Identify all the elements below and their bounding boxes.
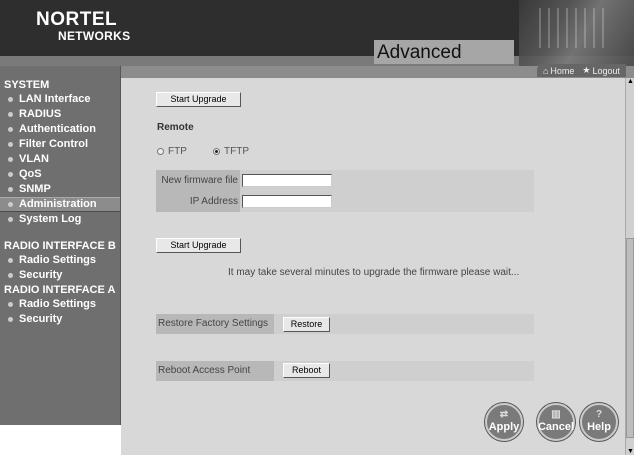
remote-label: Remote — [157, 122, 194, 133]
sidebar-item-filter-control[interactable]: Filter Control — [0, 137, 120, 152]
ftp-label: FTP — [168, 146, 187, 157]
vertical-scrollbar[interactable]: ▲ ▼ — [625, 78, 634, 455]
logout-label: Logout — [592, 65, 620, 76]
home-link[interactable]: ⌂ Home — [543, 66, 574, 76]
sidebar-item-label: QoS — [19, 168, 42, 180]
sidebar-item-administration[interactable]: Administration — [0, 197, 120, 212]
scroll-up-icon[interactable]: ▲ — [627, 78, 634, 85]
restore-label: Restore Factory Settings — [156, 314, 274, 334]
sidebar-item-radio-b-security[interactable]: Security — [0, 268, 120, 283]
sidebar-item-radio-a-security[interactable]: Security — [0, 312, 120, 327]
apply-icon: ⇄ — [499, 409, 509, 420]
home-icon: ⌂ — [542, 65, 549, 76]
sidebar-item-system-log[interactable]: System Log — [0, 212, 120, 227]
tftp-radio[interactable]: TFTP — [213, 146, 249, 157]
sidebar-group-radio-b: RADIO INTERFACE B — [4, 240, 116, 252]
sidebar-item-radio-a-settings[interactable]: Radio Settings — [0, 297, 120, 312]
bullet-icon — [8, 187, 13, 192]
sidebar-item-lan-interface[interactable]: LAN Interface — [0, 92, 120, 107]
ftp-radio[interactable]: FTP — [157, 146, 187, 157]
new-firmware-input[interactable] — [242, 174, 332, 187]
radio-off-icon — [157, 148, 164, 155]
logout-icon: ★ — [582, 65, 591, 75]
header: NORTEL NETWORKS Advanced Setup — [0, 0, 634, 66]
bullet-icon — [8, 273, 13, 278]
reboot-row: Reboot Access Point — [156, 361, 534, 381]
home-label: Home — [550, 65, 575, 76]
logo-line2: NETWORKS — [58, 29, 131, 43]
sidebar-item-label: Radio Settings — [19, 254, 97, 266]
new-firmware-label: New firmware file — [161, 175, 238, 186]
sidebar-footer — [0, 425, 121, 455]
bullet-icon — [8, 302, 13, 307]
logout-link[interactable]: ★ Logout — [582, 65, 620, 76]
sidebar-item-label: LAN Interface — [19, 93, 91, 105]
ip-address-label: IP Address — [189, 196, 238, 207]
upgrade-wait-note: It may take several minutes to upgrade t… — [228, 267, 520, 278]
sidebar-item-snmp[interactable]: SNMP — [0, 182, 120, 197]
page-title: Advanced Setup — [374, 40, 514, 66]
sidebar-item-label: VLAN — [19, 153, 49, 165]
restore-button[interactable]: Restore — [283, 317, 330, 332]
help-icon: ? — [595, 409, 603, 420]
cancel-label: Cancel — [537, 421, 575, 433]
sidebar: SYSTEM LAN Interface RADIUS Authenticati… — [0, 66, 121, 425]
bullet-icon — [8, 142, 13, 147]
sidebar-item-label: Administration — [19, 198, 97, 210]
nortel-logo: NORTEL NETWORKS — [36, 10, 130, 42]
reboot-button[interactable]: Reboot — [283, 363, 330, 378]
scroll-down-icon[interactable]: ▼ — [627, 448, 634, 455]
header-decoration — [519, 0, 634, 66]
bullet-icon — [8, 317, 13, 322]
reboot-label: Reboot Access Point — [156, 361, 274, 381]
cancel-icon: ▥ — [551, 409, 561, 420]
scroll-thumb[interactable] — [626, 238, 634, 438]
sidebar-item-label: Security — [19, 269, 63, 281]
sidebar-item-label: Security — [19, 313, 63, 325]
bullet-icon — [8, 217, 13, 222]
bullet-icon — [8, 97, 13, 102]
start-upgrade-button[interactable]: Start Upgrade — [156, 92, 241, 107]
sidebar-item-vlan[interactable]: VLAN — [0, 152, 120, 167]
radio-on-icon — [213, 148, 220, 155]
help-label: Help — [587, 421, 611, 433]
sidebar-item-label: RADIUS — [19, 108, 62, 120]
restore-row: Restore Factory Settings — [156, 314, 534, 334]
bullet-icon — [8, 258, 13, 263]
sidebar-group-system: SYSTEM — [4, 79, 50, 91]
sidebar-item-label: Filter Control — [19, 138, 89, 150]
top-nav: ⌂ Home ★ Logout — [536, 64, 626, 77]
bullet-icon — [8, 202, 13, 207]
sidebar-item-authentication[interactable]: Authentication — [0, 122, 120, 137]
sidebar-item-label: System Log — [19, 213, 82, 225]
sidebar-item-radius[interactable]: RADIUS — [0, 107, 120, 122]
start-upgrade-button-2[interactable]: Start Upgrade — [156, 238, 241, 253]
sidebar-item-label: Radio Settings — [19, 298, 97, 310]
bullet-icon — [8, 172, 13, 177]
logo-line1: NORTEL — [36, 9, 118, 30]
sidebar-item-qos[interactable]: QoS — [0, 167, 120, 182]
tftp-label: TFTP — [224, 146, 249, 157]
bullet-icon — [8, 157, 13, 162]
sidebar-item-label: SNMP — [19, 183, 51, 195]
apply-button[interactable]: ⇄ Apply — [485, 403, 523, 441]
help-button[interactable]: ? Help — [580, 403, 618, 441]
ip-address-input[interactable] — [242, 195, 332, 208]
cancel-button[interactable]: ▥ Cancel — [537, 403, 575, 441]
sidebar-item-radio-b-settings[interactable]: Radio Settings — [0, 253, 120, 268]
bullet-icon — [8, 112, 13, 117]
apply-label: Apply — [488, 421, 520, 433]
main-content: Start Upgrade Remote FTP TFTP New firmwa… — [121, 78, 625, 455]
sidebar-group-radio-a: RADIO INTERFACE A — [4, 284, 116, 296]
bullet-icon — [8, 127, 13, 132]
sidebar-item-label: Authentication — [19, 123, 96, 135]
